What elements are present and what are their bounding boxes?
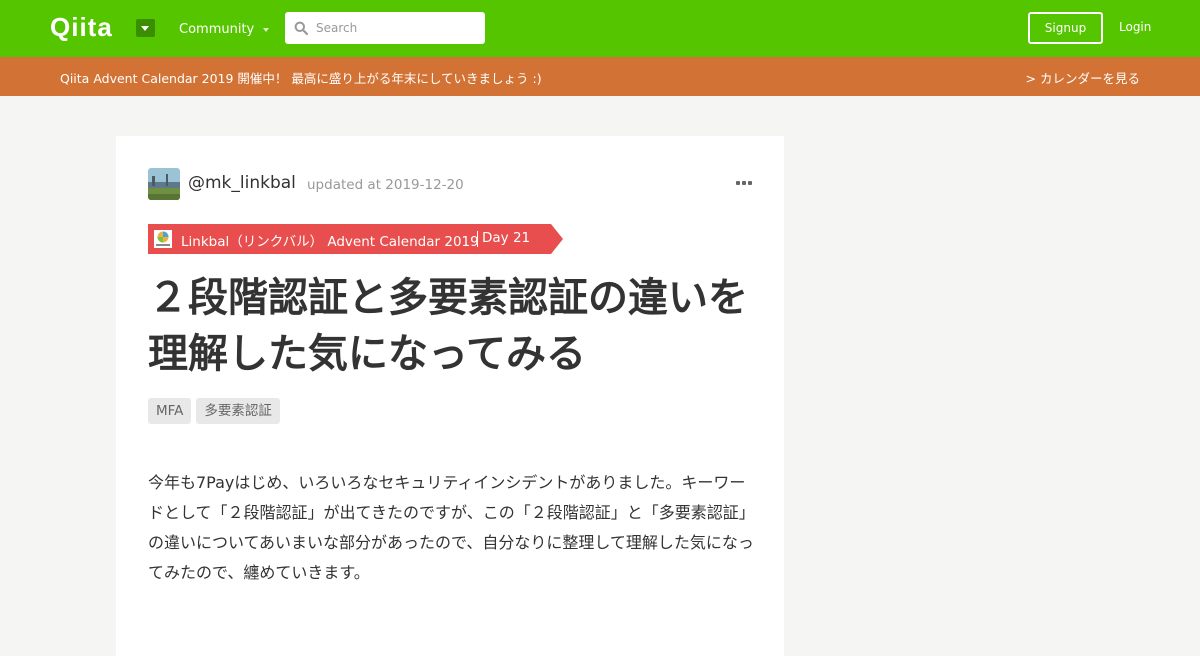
ribbon-divider [477, 231, 478, 247]
updated-date: updated at 2019-12-20 [307, 177, 464, 193]
article-card: @mk_linkbal updated at 2019-12-20 Linkba… [116, 136, 784, 656]
author-username[interactable]: @mk_linkbal [188, 173, 296, 193]
advent-calendar-ribbon[interactable]: Linkbal（リンクバル） Advent Calendar 2019 Day … [148, 224, 563, 254]
linkbal-logo-icon [154, 230, 172, 248]
tag-list: MFA 多要素認証 [148, 398, 285, 424]
search-input[interactable] [316, 12, 476, 44]
login-link[interactable]: Login [1119, 20, 1151, 34]
community-label: Community [179, 22, 255, 37]
article-title: ２段階認証と多要素認証の違いを理解した気になってみる [148, 275, 748, 377]
community-menu[interactable]: Community [179, 22, 270, 37]
advent-calendar-banner: Qiita Advent Calendar 2019 開催中！ 最高に盛り上がる… [0, 57, 1200, 96]
banner-text: Qiita Advent Calendar 2019 開催中！ 最高に盛り上がる… [60, 71, 542, 86]
tag-multi-factor-auth[interactable]: 多要素認証 [196, 398, 280, 424]
tag-mfa[interactable]: MFA [148, 398, 192, 424]
search-box[interactable] [285, 12, 485, 44]
more-options-icon[interactable] [736, 181, 752, 187]
chevron-down-icon [263, 27, 270, 32]
logo-dropdown-button[interactable] [136, 19, 155, 37]
calendar-day: Day 21 [482, 230, 531, 246]
calendar-name: Linkbal（リンクバル） Advent Calendar 2019 [181, 234, 479, 250]
article-body: 今年も7Payはじめ、いろいろなセキュリティインシデントがありました。キーワード… [148, 473, 754, 582]
search-icon [294, 21, 308, 35]
avatar-image [148, 168, 180, 200]
view-calendar-link[interactable]: > カレンダーを見る [1026, 68, 1140, 87]
qiita-logo[interactable]: Qiita [50, 12, 113, 43]
avatar[interactable] [148, 168, 180, 200]
top-navigation-bar: Qiita Community Signup Login [0, 0, 1200, 57]
signup-button[interactable]: Signup [1028, 12, 1103, 44]
